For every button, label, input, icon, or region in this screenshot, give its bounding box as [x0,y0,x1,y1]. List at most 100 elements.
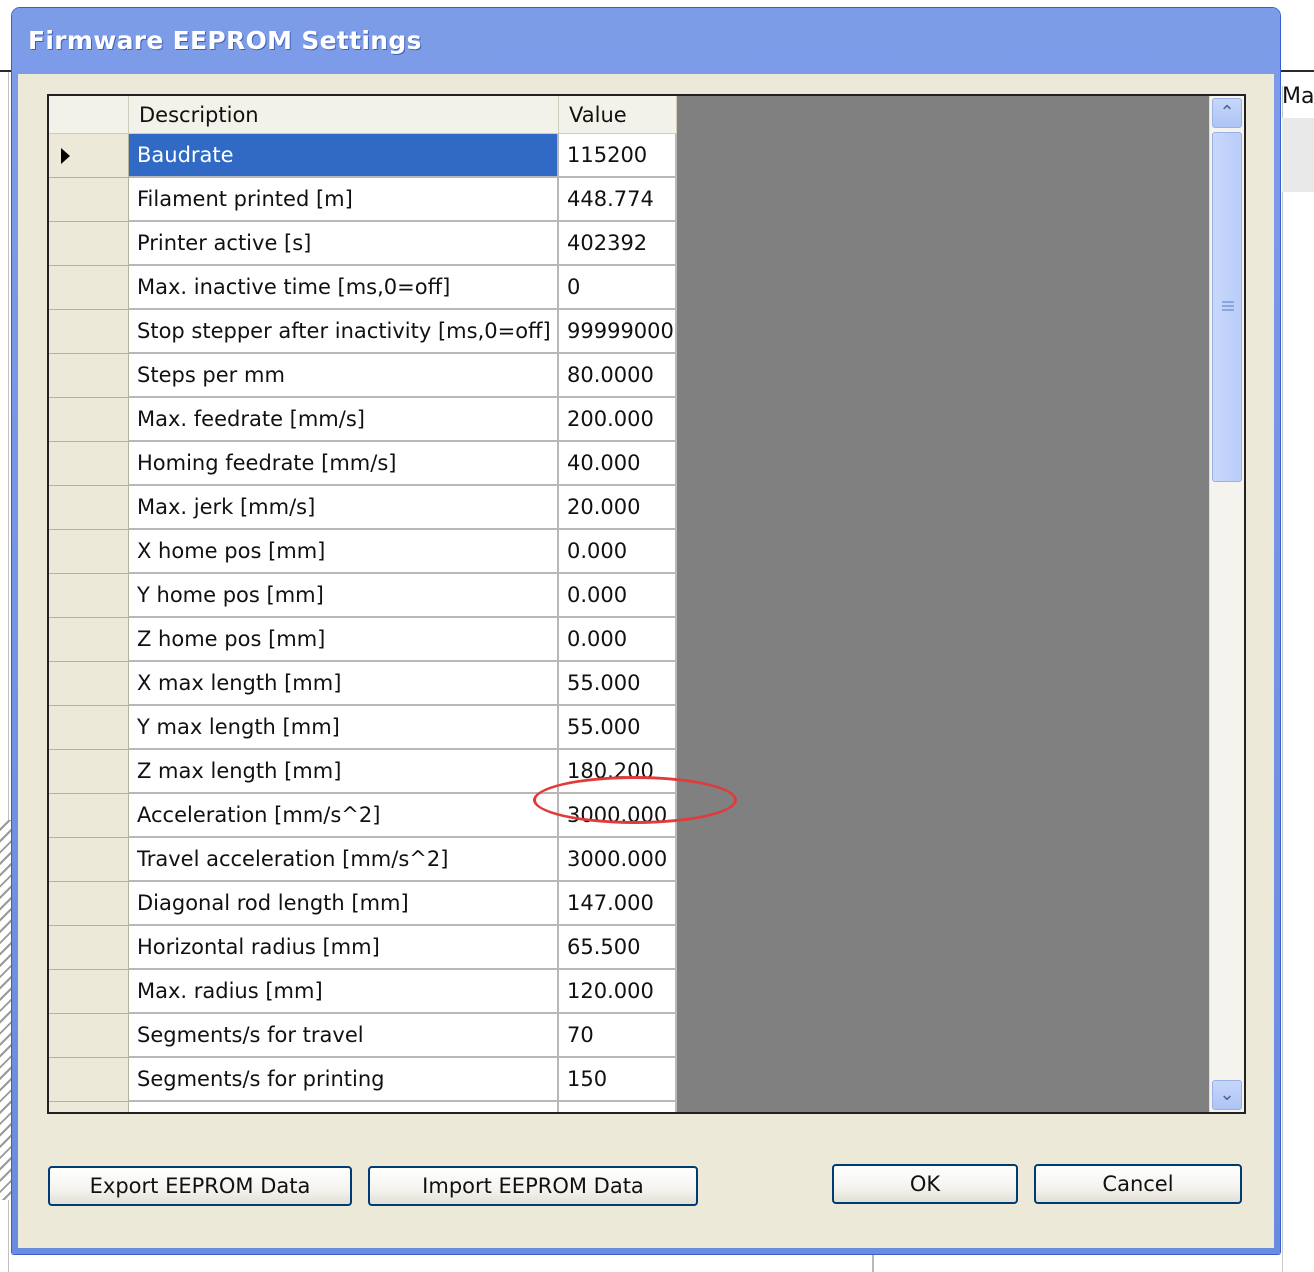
description-cell[interactable]: X max length [mm] [129,662,559,706]
export-eeprom-button[interactable]: Export EEPROM Data [48,1166,352,1206]
ok-button[interactable]: OK [832,1164,1018,1204]
row-selector[interactable] [49,222,129,266]
value-cell[interactable]: 65.500 [559,926,677,970]
table-row[interactable]: Y home pos [mm] 0.000 [49,574,679,618]
table-row[interactable]: Baudrate 115200 [49,134,679,178]
header-value[interactable]: Value [559,96,677,134]
value-cell[interactable]: 200.000 [559,398,677,442]
description-cell[interactable]: Filament printed [m] [129,178,559,222]
value-cell[interactable]: 120.000 [559,970,677,1014]
cancel-button[interactable]: Cancel [1034,1164,1242,1204]
header-description[interactable]: Description [129,96,559,134]
value-cell[interactable]: 115200 [559,134,677,178]
value-cell[interactable]: 0 [559,266,677,310]
table-row[interactable]: Diagonal rod length [mm] 147.000 [49,882,679,926]
value-cell[interactable] [559,1102,677,1112]
description-cell[interactable]: Homing feedrate [mm/s] [129,442,559,486]
table-row[interactable] [49,1102,679,1112]
row-selector[interactable] [49,1014,129,1058]
table-row[interactable]: Y max length [mm] 55.000 [49,706,679,750]
table-row[interactable]: Travel acceleration [mm/s^2] 3000.000 [49,838,679,882]
value-cell[interactable]: 3000.000 [559,838,677,882]
description-cell[interactable]: Max. inactive time [ms,0=off] [129,266,559,310]
table-row[interactable]: X max length [mm] 55.000 [49,662,679,706]
vertical-scrollbar[interactable]: ⌃ ⌄ [1209,96,1244,1112]
row-selector[interactable] [49,178,129,222]
row-selector[interactable] [49,706,129,750]
description-cell[interactable]: Segments/s for printing [129,1058,559,1102]
value-cell[interactable]: 40.000 [559,442,677,486]
description-cell[interactable]: Z max length [mm] [129,750,559,794]
row-selector[interactable] [49,574,129,618]
description-cell[interactable]: Printer active [s] [129,222,559,266]
table-row[interactable]: Segments/s for printing 150 [49,1058,679,1102]
value-cell[interactable]: 0.000 [559,574,677,618]
import-eeprom-button[interactable]: Import EEPROM Data [368,1166,698,1206]
description-cell[interactable]: Diagonal rod length [mm] [129,882,559,926]
row-selector[interactable] [49,662,129,706]
value-cell[interactable]: 20.000 [559,486,677,530]
table-row[interactable]: Segments/s for travel 70 [49,1014,679,1058]
table-row[interactable]: Max. feedrate [mm/s] 200.000 [49,398,679,442]
scroll-up-button[interactable]: ⌃ [1212,98,1242,128]
description-cell[interactable]: Acceleration [mm/s^2] [129,794,559,838]
row-selector[interactable] [49,398,129,442]
table-row[interactable]: Steps per mm 80.0000 [49,354,679,398]
value-cell[interactable]: 0.000 [559,618,677,662]
table-row[interactable]: Max. radius [mm] 120.000 [49,970,679,1014]
description-cell[interactable] [129,1102,559,1112]
row-selector[interactable] [49,926,129,970]
description-cell[interactable]: Max. jerk [mm/s] [129,486,559,530]
table-row[interactable]: Stop stepper after inactivity [ms,0=off]… [49,310,679,354]
value-cell[interactable]: 55.000 [559,662,677,706]
table-row[interactable]: Homing feedrate [mm/s] 40.000 [49,442,679,486]
description-cell[interactable]: Max. feedrate [mm/s] [129,398,559,442]
value-cell[interactable]: 150 [559,1058,677,1102]
value-cell[interactable]: 99999000 [559,310,677,354]
description-cell[interactable]: Steps per mm [129,354,559,398]
description-cell[interactable]: X home pos [mm] [129,530,559,574]
description-cell[interactable]: Segments/s for travel [129,1014,559,1058]
description-cell[interactable]: Y home pos [mm] [129,574,559,618]
scroll-thumb[interactable] [1212,132,1242,482]
dialog-titlebar[interactable]: Firmware EEPROM Settings [12,8,1280,72]
description-cell[interactable]: Stop stepper after inactivity [ms,0=off] [129,310,559,354]
row-selector[interactable] [49,1058,129,1102]
table-row[interactable]: Z home pos [mm] 0.000 [49,618,679,662]
table-row[interactable]: Horizontal radius [mm] 65.500 [49,926,679,970]
row-selector[interactable] [49,266,129,310]
table-row[interactable]: X home pos [mm] 0.000 [49,530,679,574]
row-selector[interactable] [49,134,129,178]
table-row[interactable]: Max. inactive time [ms,0=off] 0 [49,266,679,310]
value-cell[interactable]: 0.000 [559,530,677,574]
row-selector[interactable] [49,354,129,398]
row-selector[interactable] [49,530,129,574]
description-cell[interactable]: Travel acceleration [mm/s^2] [129,838,559,882]
row-selector[interactable] [49,882,129,926]
value-cell[interactable]: 402392 [559,222,677,266]
table-row[interactable]: Filament printed [m] 448.774 [49,178,679,222]
description-cell[interactable]: Baudrate [129,134,559,178]
description-cell[interactable]: Z home pos [mm] [129,618,559,662]
table-row[interactable]: Max. jerk [mm/s] 20.000 [49,486,679,530]
eeprom-grid[interactable]: Description Value Baudrate 115200 Filament… [47,94,1246,1114]
description-cell[interactable]: Y max length [mm] [129,706,559,750]
value-cell[interactable]: 80.0000 [559,354,677,398]
scroll-down-button[interactable]: ⌄ [1212,1080,1242,1110]
description-cell[interactable]: Horizontal radius [mm] [129,926,559,970]
description-cell[interactable]: Max. radius [mm] [129,970,559,1014]
row-selector[interactable] [49,618,129,662]
row-selector[interactable] [49,1102,129,1112]
row-selector[interactable] [49,442,129,486]
row-selector[interactable] [49,310,129,354]
row-selector[interactable] [49,750,129,794]
value-cell[interactable]: 70 [559,1014,677,1058]
row-selector[interactable] [49,794,129,838]
row-selector[interactable] [49,970,129,1014]
table-row[interactable]: Printer active [s] 402392 [49,222,679,266]
row-selector[interactable] [49,838,129,882]
value-cell[interactable]: 448.774 [559,178,677,222]
value-cell[interactable]: 147.000 [559,882,677,926]
row-selector[interactable] [49,486,129,530]
value-cell[interactable]: 55.000 [559,706,677,750]
